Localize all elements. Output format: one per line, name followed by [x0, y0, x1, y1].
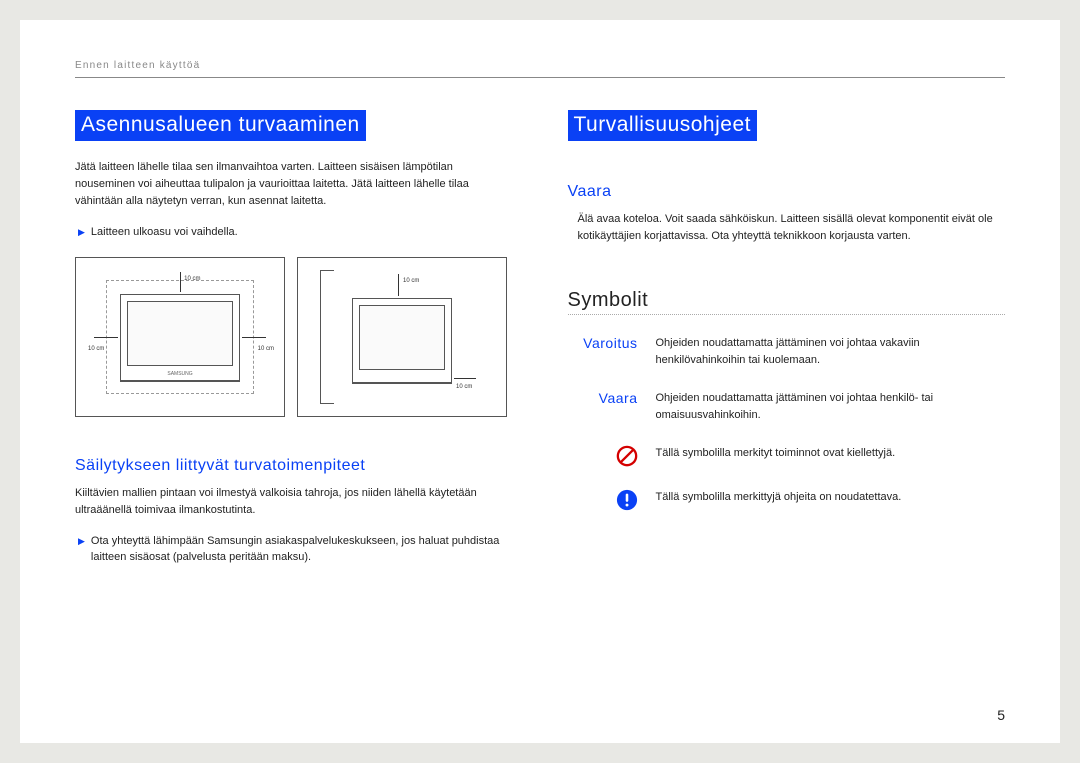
dim-top-2: 10 cm [403, 278, 419, 284]
subheading-storage: Säilytykseen liittyvät turvatoimenpiteet [75, 457, 513, 475]
right-column: Turvallisuusohjeet Vaara Älä avaa kotelo… [568, 110, 1006, 718]
storage-body-text: Kiiltävien mallien pintaan voi ilmestyä … [75, 485, 513, 519]
desc-vaara: Ohjeiden noudattamatta jättäminen voi jo… [656, 390, 1006, 423]
section-heading-install: Asennusalueen turvaaminen [75, 110, 366, 141]
def-vaara: Vaara Ohjeiden noudattamatta jättäminen … [568, 390, 1006, 423]
subheading-vaara: Vaara [568, 183, 1006, 201]
diagram-front: SAMSUNG 10 cm 10 cm 10 cm [75, 257, 285, 417]
dim-top: 10 cm [184, 276, 200, 282]
desc-mandatory: Tällä symbolilla merkittyjä ohjeita on n… [656, 489, 1006, 506]
mandatory-icon [568, 489, 638, 511]
dim-right: 10 cm [258, 346, 274, 352]
symbol-definitions: Varoitus Ohjeiden noudattamatta jättämin… [568, 335, 1006, 511]
install-note-text: Laitteen ulkoasu voi vaihdella. [91, 224, 238, 241]
term-vaara: Vaara [568, 390, 638, 406]
def-varoitus: Varoitus Ohjeiden noudattamatta jättämin… [568, 335, 1006, 368]
document-page: Ennen laitteen käyttöä Asennusalueen tur… [20, 20, 1060, 743]
install-body-text: Jätä laitteen lähelle tilaa sen ilmanvai… [75, 159, 513, 210]
dim-left: 10 cm [88, 346, 104, 352]
dim-right-2: 10 cm [456, 384, 472, 390]
term-varoitus: Varoitus [568, 335, 638, 351]
bullet-icon: ▶ [78, 535, 85, 549]
def-prohibit: Tällä symbolilla merkityt toiminnot ovat… [568, 445, 1006, 467]
desc-prohibit: Tällä symbolilla merkityt toiminnot ovat… [656, 445, 1006, 462]
section-heading-safety: Turvallisuusohjeet [568, 110, 757, 141]
install-note: ▶ Laitteen ulkoasu voi vaihdella. [78, 224, 513, 241]
running-header: Ennen laitteen käyttöä [75, 60, 1005, 78]
vaara-body-text: Älä avaa koteloa. Voit saada sähköiskun.… [578, 211, 1006, 245]
desc-varoitus: Ohjeiden noudattamatta jättäminen voi jo… [656, 335, 1006, 368]
diagram-side: 10 cm 10 cm [297, 257, 507, 417]
clearance-diagrams: SAMSUNG 10 cm 10 cm 10 cm [75, 257, 513, 417]
prohibit-icon [568, 445, 638, 467]
left-column: Asennusalueen turvaaminen Jätä laitteen … [75, 110, 513, 718]
storage-note: ▶ Ota yhteyttä lähimpään Samsungin asiak… [78, 533, 513, 566]
page-number: 5 [997, 707, 1005, 723]
def-mandatory: Tällä symbolilla merkittyjä ohjeita on n… [568, 489, 1006, 511]
bullet-icon: ▶ [78, 226, 85, 240]
subheading-symbolit: Symbolit [568, 289, 1006, 315]
storage-note-text: Ota yhteyttä lähimpään Samsungin asiakas… [91, 533, 513, 566]
two-column-layout: Asennusalueen turvaaminen Jätä laitteen … [75, 110, 1005, 718]
